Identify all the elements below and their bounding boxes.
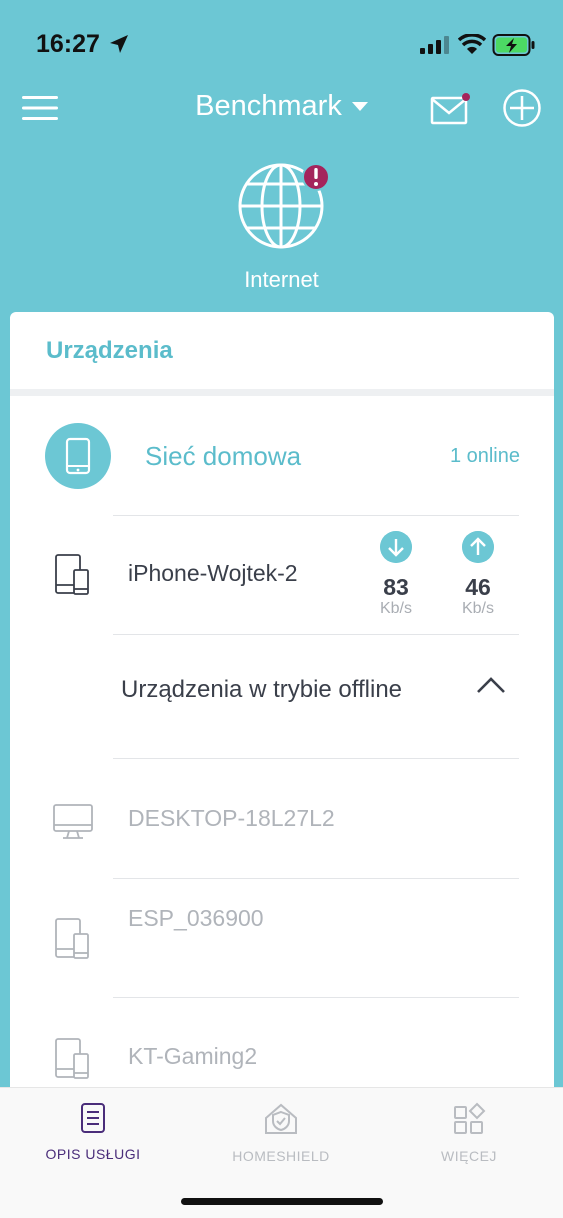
device-name: DESKTOP-18L27L2 (128, 805, 335, 831)
globe-icon (238, 163, 330, 249)
device-name: iPhone-Wojtek-2 (128, 560, 298, 586)
status-time: 16:27 (36, 30, 100, 58)
mail-icon[interactable] (430, 92, 472, 126)
tab-label: HOMESHIELD (232, 1148, 330, 1164)
device-row-offline[interactable]: DESKTOP-18L27L2 (10, 759, 554, 877)
home-indicator (181, 1198, 383, 1205)
device-row-online[interactable]: iPhone-Wojtek-2 83 Kb/s 46 Kb/s (10, 516, 554, 634)
device-row-offline[interactable]: ESP_036900 (10, 879, 554, 997)
arrow-down-icon (380, 531, 412, 563)
tab-opis-uslugi[interactable]: OPIS USŁUGI (18, 1102, 168, 1166)
internet-label: Internet (244, 267, 319, 292)
upload-speed: 46 Kb/s (448, 531, 508, 618)
desktop-icon (53, 804, 93, 839)
download-value: 83 (383, 574, 409, 600)
caret-down-icon (351, 101, 368, 111)
divider (10, 389, 554, 396)
device-name: ESP_036900 (128, 905, 264, 931)
tab-label: WIĘCEJ (441, 1148, 497, 1164)
cellular-signal-icon (420, 36, 449, 54)
phone-tablet-icon (55, 1038, 89, 1079)
wifi-icon (458, 34, 486, 54)
card-title: Urządzenia (46, 337, 173, 364)
download-unit: Kb/s (379, 600, 412, 617)
status-bar: 16:27 (0, 0, 563, 88)
menu-hamburger-icon[interactable] (22, 94, 58, 122)
network-row-home[interactable]: Sieć domowa 1 online (10, 420, 554, 510)
page-title: Benchmark (195, 90, 342, 122)
phone-tablet-icon (55, 554, 89, 595)
network-avatar (45, 423, 111, 489)
network-selector-dropdown[interactable]: Benchmark (195, 90, 368, 123)
phone-icon (65, 437, 91, 475)
grid-icon (454, 1102, 486, 1134)
add-circle-icon[interactable] (502, 88, 542, 128)
document-icon (81, 1103, 105, 1133)
devices-card: Urządzenia Sieć domowa 1 online iPhone-W… (10, 312, 554, 1112)
offline-section-title: Urządzenia w trybie offline (121, 676, 403, 703)
tab-homeshield[interactable]: HOMESHIELD (206, 1102, 356, 1166)
tab-label: OPIS USŁUGI (45, 1146, 141, 1162)
device-name: KT-Gaming2 (128, 1043, 258, 1069)
online-count: 1 online (449, 445, 520, 467)
network-name: Sieć domowa (145, 441, 302, 471)
tab-wiecej[interactable]: WIĘCEJ (394, 1102, 544, 1166)
upload-unit: Kb/s (461, 600, 494, 617)
upload-value: 46 (465, 574, 491, 600)
shield-home-icon (265, 1103, 297, 1134)
phone-tablet-icon (55, 918, 89, 959)
internet-status-button[interactable]: Internet (225, 160, 338, 300)
battery-charging-icon (492, 34, 535, 56)
offline-section-toggle[interactable]: Urządzenia w trybie offline (10, 634, 554, 734)
arrow-up-icon (462, 531, 494, 563)
location-arrow-icon (110, 35, 128, 53)
download-speed: 83 Kb/s (366, 531, 426, 618)
chevron-up-icon (477, 677, 505, 693)
